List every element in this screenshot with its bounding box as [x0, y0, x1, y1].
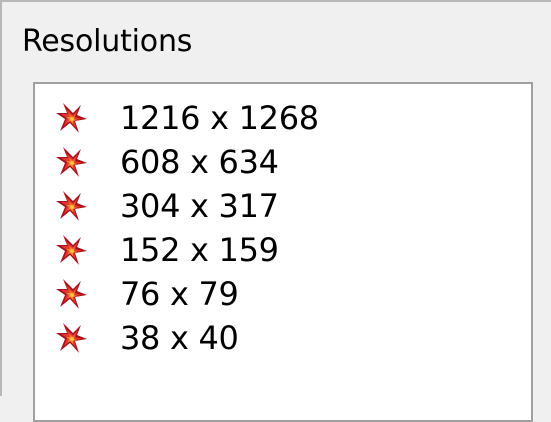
resolution-label: 76 x 79: [120, 275, 239, 313]
resolution-label: 38 x 40: [120, 319, 239, 357]
resolution-icon: [55, 145, 89, 179]
resolution-label: 152 x 159: [120, 231, 279, 269]
resolutions-groupbox: Resolutions 1216 x 1268 608 x 634 304 x …: [0, 0, 551, 422]
resolution-label: 1216 x 1268: [120, 99, 319, 137]
list-item[interactable]: 608 x 634: [35, 140, 531, 184]
resolution-label: 608 x 634: [120, 143, 279, 181]
list-item[interactable]: 38 x 40: [35, 316, 531, 360]
resolution-label: 304 x 317: [120, 187, 279, 225]
list-item[interactable]: 152 x 159: [35, 228, 531, 272]
resolution-icon: [55, 189, 89, 223]
list-item[interactable]: 304 x 317: [35, 184, 531, 228]
resolution-icon: [55, 101, 89, 135]
resolution-icon: [55, 277, 89, 311]
groupbox-title: Resolutions: [22, 24, 193, 59]
resolution-icon: [55, 321, 89, 355]
list-item[interactable]: 1216 x 1268: [35, 96, 531, 140]
resolution-icon: [55, 233, 89, 267]
resolutions-listbox[interactable]: 1216 x 1268 608 x 634 304 x 317 152 x 15…: [33, 82, 533, 422]
list-item[interactable]: 76 x 79: [35, 272, 531, 316]
